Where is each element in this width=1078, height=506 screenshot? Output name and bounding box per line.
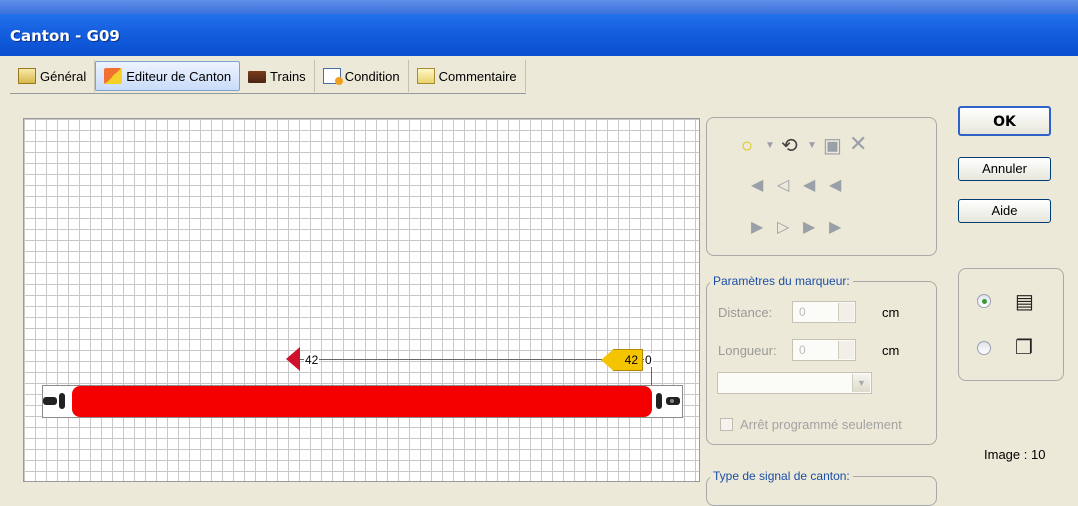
marker-left-solid-icon[interactable]: ◀ (751, 176, 763, 196)
marker-right-solid-icon[interactable]: ▶ (751, 218, 763, 238)
marker-right-thin-icon[interactable]: ▶ (829, 218, 841, 238)
dropdown-arrow-icon[interactable]: ▼ (765, 136, 775, 156)
delete-tool-icon[interactable]: ✕ (849, 133, 867, 155)
length-label: Longueur: (718, 343, 777, 358)
marker-params-legend: Paramètres du marqueur: (710, 274, 853, 288)
distance-unit: cm (882, 305, 900, 320)
tab-label: Editeur de Canton (126, 68, 232, 84)
tab-comment[interactable]: Commentaire (409, 60, 526, 92)
view-list-radio[interactable] (977, 294, 991, 308)
block-editor-icon (104, 68, 123, 84)
block-track[interactable] (72, 386, 652, 417)
distance-value: 0 (799, 305, 806, 319)
end-marker-label: 42 (624, 353, 638, 367)
distance-spinner[interactable] (838, 303, 854, 321)
condition-icon (322, 68, 343, 85)
tab-label: Général (40, 68, 87, 84)
title-bar: Canton - G09 (0, 0, 1078, 56)
distance-field[interactable]: 0 (792, 301, 856, 323)
chevron-down-icon[interactable]: ▼ (852, 374, 870, 392)
tab-block-editor[interactable]: Editeur de Canton (95, 61, 241, 91)
comment-icon (416, 68, 435, 84)
tab-general[interactable]: Général (10, 60, 96, 92)
marker-range-line (299, 359, 652, 360)
marker-type-select[interactable]: ▼ (717, 372, 872, 394)
scheduled-stop-checkbox[interactable] (720, 418, 733, 431)
length-unit: cm (882, 343, 900, 358)
distance-label: Distance: (718, 305, 773, 320)
end-marker-flag[interactable]: 42 (601, 349, 643, 371)
left-buffer-icon (43, 393, 69, 409)
ok-button[interactable]: OK (958, 106, 1051, 136)
block-editor-canvas[interactable]: 42 42 0 (23, 118, 700, 482)
properties-icon (18, 68, 36, 84)
help-button[interactable]: Aide (958, 199, 1051, 223)
cascade-view-icon[interactable]: ❐ (1015, 335, 1033, 360)
scheduled-stop-label: Arrêt programmé seulement (740, 417, 902, 432)
marker-left-outline-icon[interactable]: ◁ (777, 176, 789, 196)
view-mode-group: ▤ ❐ (958, 268, 1064, 381)
marker-toolbox: ○ ▼ ⟲ ▼ ▣ ✕ ◀ ◁ ◀ ◀ ▶ ▷ ▶ ▶ (706, 117, 937, 256)
properties-tool-icon[interactable]: ▣ (823, 136, 842, 156)
length-field[interactable]: 0 (792, 339, 856, 361)
marker-right-icon[interactable]: ▶ (803, 218, 815, 238)
circle-tool-icon[interactable]: ○ (741, 136, 753, 156)
trains-icon (248, 71, 267, 83)
end-offset-label: 0 (644, 353, 653, 367)
tab-strip: Général Editeur de Canton Trains Conditi… (10, 60, 526, 94)
tab-label: Trains (270, 68, 306, 84)
view-cascade-radio[interactable] (977, 341, 991, 355)
cancel-button[interactable]: Annuler (958, 157, 1051, 181)
start-marker-label: 42 (304, 353, 320, 367)
signal-type-legend: Type de signal de canton: (710, 469, 853, 483)
rotate-tool-icon[interactable]: ⟲ (781, 136, 798, 156)
tab-trains[interactable]: Trains (240, 60, 315, 92)
marker-right-outline-icon[interactable]: ▷ (777, 218, 789, 238)
tab-label: Condition (344, 68, 400, 84)
marker-left-icon[interactable]: ◀ (803, 176, 815, 196)
marker-left-thin-icon[interactable]: ◀ (829, 176, 841, 196)
list-view-icon[interactable]: ▤ (1015, 289, 1034, 314)
image-counter: Image : 10 (984, 447, 1046, 462)
length-value: 0 (799, 343, 806, 357)
window-title: Canton - G09 (10, 27, 120, 45)
tab-condition[interactable]: Condition (315, 60, 409, 92)
start-marker-flag[interactable] (286, 347, 300, 371)
length-spinner[interactable] (838, 341, 854, 359)
tab-label: Commentaire (438, 68, 517, 84)
title-bar-top (0, 0, 1078, 14)
dropdown-arrow-icon[interactable]: ▼ (807, 136, 817, 156)
right-buffer-icon (652, 393, 682, 409)
